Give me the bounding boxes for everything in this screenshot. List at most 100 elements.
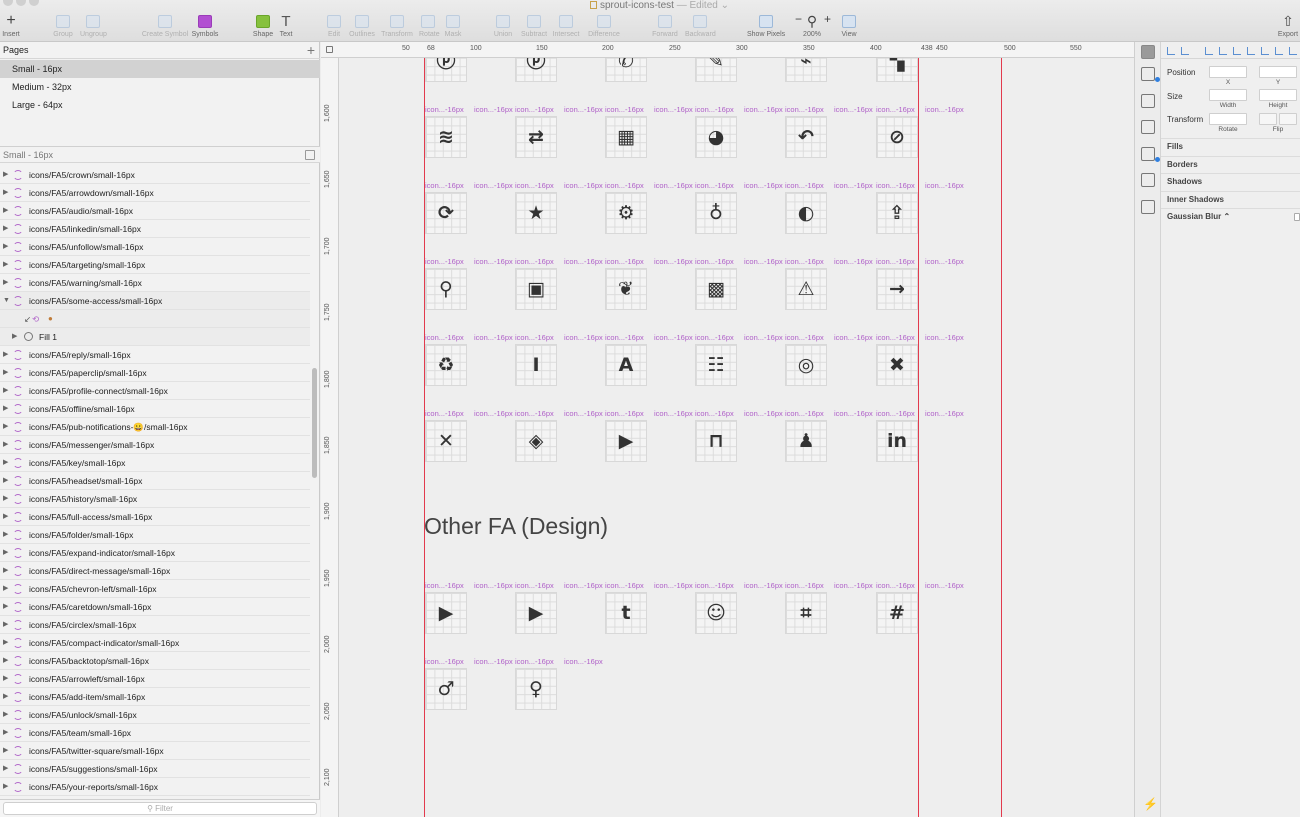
artboard-label[interactable]: icon...-16px icon...-16px — [425, 181, 517, 190]
layer-row[interactable]: ▶ icons/FA5/arrowdown/small-16px — [0, 184, 310, 202]
icon-artboard[interactable]: ⚙ — [605, 192, 647, 234]
icon-artboard[interactable]: ▣ — [515, 268, 557, 310]
layer-row[interactable]: ▶ icons/FA5/chevron-left/small-16px — [0, 580, 310, 598]
inspector-section[interactable]: Shadows — [1161, 173, 1300, 190]
expand-triangle-icon[interactable]: ▶ — [3, 706, 8, 724]
layer-row[interactable]: ▶ icons/FA5/backtotop/small-16px — [0, 652, 310, 670]
lock-guides-icon[interactable] — [326, 46, 333, 53]
artboard-label[interactable]: icon...-16px icon...-16px — [515, 657, 607, 666]
expand-triangle-icon[interactable]: ▶ — [3, 724, 8, 742]
expand-triangle-icon[interactable]: ▶ — [3, 364, 8, 382]
icon-artboard[interactable]: in — [876, 420, 918, 462]
toolbar-rotate-button[interactable]: Rotate — [419, 11, 440, 41]
expand-triangle-icon[interactable]: ▶ — [3, 778, 8, 796]
icon-artboard[interactable]: ◕ — [695, 116, 737, 158]
position-y-input[interactable] — [1259, 66, 1297, 78]
icon-artboard[interactable]: ♟ — [785, 420, 827, 462]
expand-triangle-icon[interactable]: ▶ — [3, 238, 8, 256]
icon-artboard[interactable]: ⊓ — [695, 420, 737, 462]
expand-triangle-icon[interactable]: ▶ — [3, 580, 8, 598]
vertical-guide[interactable] — [1001, 58, 1002, 817]
expand-triangle-icon[interactable]: ▶ — [3, 508, 8, 526]
icon-artboard[interactable]: ◐ — [785, 192, 827, 234]
toolbar-subtract-button[interactable]: Subtract — [521, 11, 547, 41]
layer-row[interactable]: ▶ icons/FA5/messenger/small-16px — [0, 436, 310, 454]
expand-triangle-icon[interactable]: ▶ — [3, 670, 8, 688]
artboard-label[interactable]: icon...-16px icon...-16px — [605, 181, 697, 190]
symbols-tab-icon[interactable] — [1141, 147, 1155, 161]
layer-row[interactable]: ▶ icons/FA5/direct-message/small-16px — [0, 562, 310, 580]
layer-row[interactable]: ▶ icons/FA5/profile-connect/small-16px — [0, 382, 310, 400]
artboard-label[interactable]: icon...-16px icon...-16px — [785, 409, 877, 418]
icon-artboard[interactable]: ⓟ — [425, 58, 467, 82]
align-right-icon[interactable] — [1205, 47, 1213, 55]
inspector-section[interactable]: Inner Shadows — [1161, 190, 1300, 208]
layer-row[interactable]: ▶ icons/FA5/warning/small-16px — [0, 274, 310, 292]
toolbar-forward-button[interactable]: Forward — [652, 11, 678, 41]
expand-triangle-icon[interactable]: ▶ — [12, 328, 17, 346]
artboard-label[interactable]: icon...-16px icon...-16px — [876, 257, 968, 266]
artboard-label[interactable]: icon...-16px icon...-16px — [876, 105, 968, 114]
horizontal-ruler[interactable]: 50 68 100 150 200 250 300 350 400 438 450 500 550 — [321, 42, 1134, 58]
expand-triangle-icon[interactable]: ▶ — [3, 346, 8, 364]
icon-artboard[interactable]: ♂ — [425, 668, 467, 710]
artboard-label[interactable]: icon...-16px icon...-16px — [605, 581, 697, 590]
collapse-triangle-icon[interactable]: ▼ — [3, 292, 10, 310]
icon-artboard[interactable]: → — [876, 268, 918, 310]
layer-row[interactable]: ▶ icons/FA5/unlock/small-16px — [0, 706, 310, 724]
page-item[interactable]: Large - 64px — [0, 96, 320, 114]
toolbar-text-button[interactable]: T Text — [278, 11, 294, 41]
prototype-tab-icon[interactable] — [1141, 94, 1155, 108]
toolbar-transform-button[interactable]: Transform — [381, 11, 413, 41]
icon-artboard[interactable]: # — [876, 592, 918, 634]
canvas[interactable]: ⓟ ⓟ ✆ ✎ ⌁ ▚ icon...-16px icon...-16px ≋ icon...-1… — [339, 58, 1134, 817]
icon-artboard[interactable]: ⟳ — [425, 192, 467, 234]
toolbar-export-button[interactable]: ⇧ Export — [1276, 11, 1300, 41]
layer-row[interactable]: ▶ icons/FA5/history/small-16px — [0, 490, 310, 508]
icon-artboard[interactable]: ◈ — [515, 420, 557, 462]
toolbar-shape-button[interactable]: Shape — [252, 11, 274, 41]
icon-artboard[interactable]: ▩ — [695, 268, 737, 310]
toolbar-insert-button[interactable]: + Insert — [2, 11, 20, 41]
filter-input[interactable]: ⚲ Filter — [3, 802, 317, 815]
artboard-label[interactable]: icon...-16px icon...-16px — [515, 105, 607, 114]
layer-row[interactable]: ▶ icons/FA5/twitter-square/small-16px — [0, 742, 310, 760]
height-input[interactable] — [1259, 89, 1297, 101]
artboard-label[interactable]: icon...-16px icon...-16px — [605, 105, 697, 114]
align-left-icon[interactable] — [1167, 47, 1175, 55]
expand-triangle-icon[interactable]: ▶ — [3, 436, 8, 454]
artboard-label[interactable]: icon...-16px icon...-16px — [876, 333, 968, 342]
artboard-label[interactable]: icon...-16px icon...-16px — [605, 409, 697, 418]
expand-triangle-icon[interactable]: ▶ — [3, 418, 8, 436]
align-middle-icon[interactable] — [1233, 47, 1241, 55]
distribute-v-icon[interactable] — [1275, 47, 1283, 55]
artboard-label[interactable]: icon...-16px icon...-16px — [785, 105, 877, 114]
expand-triangle-icon[interactable]: ▶ — [3, 256, 8, 274]
align-bottom-icon[interactable] — [1247, 47, 1255, 55]
expand-triangle-icon[interactable]: ▶ — [3, 544, 8, 562]
artboard-label[interactable]: icon...-16px icon...-16px — [785, 333, 877, 342]
expand-triangle-icon[interactable]: ▶ — [3, 598, 8, 616]
expand-triangle-icon[interactable]: ▶ — [3, 490, 8, 508]
toolbar-intersect-button[interactable]: Intersect — [552, 11, 580, 41]
expand-triangle-icon[interactable]: ▶ — [3, 400, 8, 418]
page-item[interactable]: Small - 16px — [0, 60, 320, 78]
expand-triangle-icon[interactable]: ▶ — [3, 166, 8, 184]
expand-triangle-icon[interactable]: ▶ — [3, 652, 8, 670]
icon-artboard[interactable]: ↶ — [785, 116, 827, 158]
layer-row[interactable]: ▶ icons/FA5/compact-indicator/small-16px — [0, 634, 310, 652]
minimize-window-button[interactable] — [16, 0, 26, 6]
layer-row[interactable]: ▶ icons/FA5/full-access/small-16px — [0, 508, 310, 526]
artboard-label[interactable]: icon...-16px icon...-16px — [876, 181, 968, 190]
flip-horizontal-button[interactable] — [1259, 113, 1277, 125]
layer-row[interactable]: ▶ icons/FA5/folder/small-16px — [0, 526, 310, 544]
icon-artboard[interactable]: ▶ — [515, 592, 557, 634]
icon-artboard[interactable]: ♻ — [425, 344, 467, 386]
align-top-icon[interactable] — [1219, 47, 1227, 55]
zoom-in-button[interactable]: + — [824, 12, 831, 26]
inspector-section[interactable]: Borders — [1161, 155, 1300, 173]
zoom-out-button[interactable]: − — [795, 12, 802, 26]
artboard-label[interactable]: icon...-16px icon...-16px — [515, 581, 607, 590]
layer-row[interactable]: ▶ icons/FA5/suggestions/small-16px — [0, 760, 310, 778]
expand-triangle-icon[interactable]: ▶ — [3, 634, 8, 652]
